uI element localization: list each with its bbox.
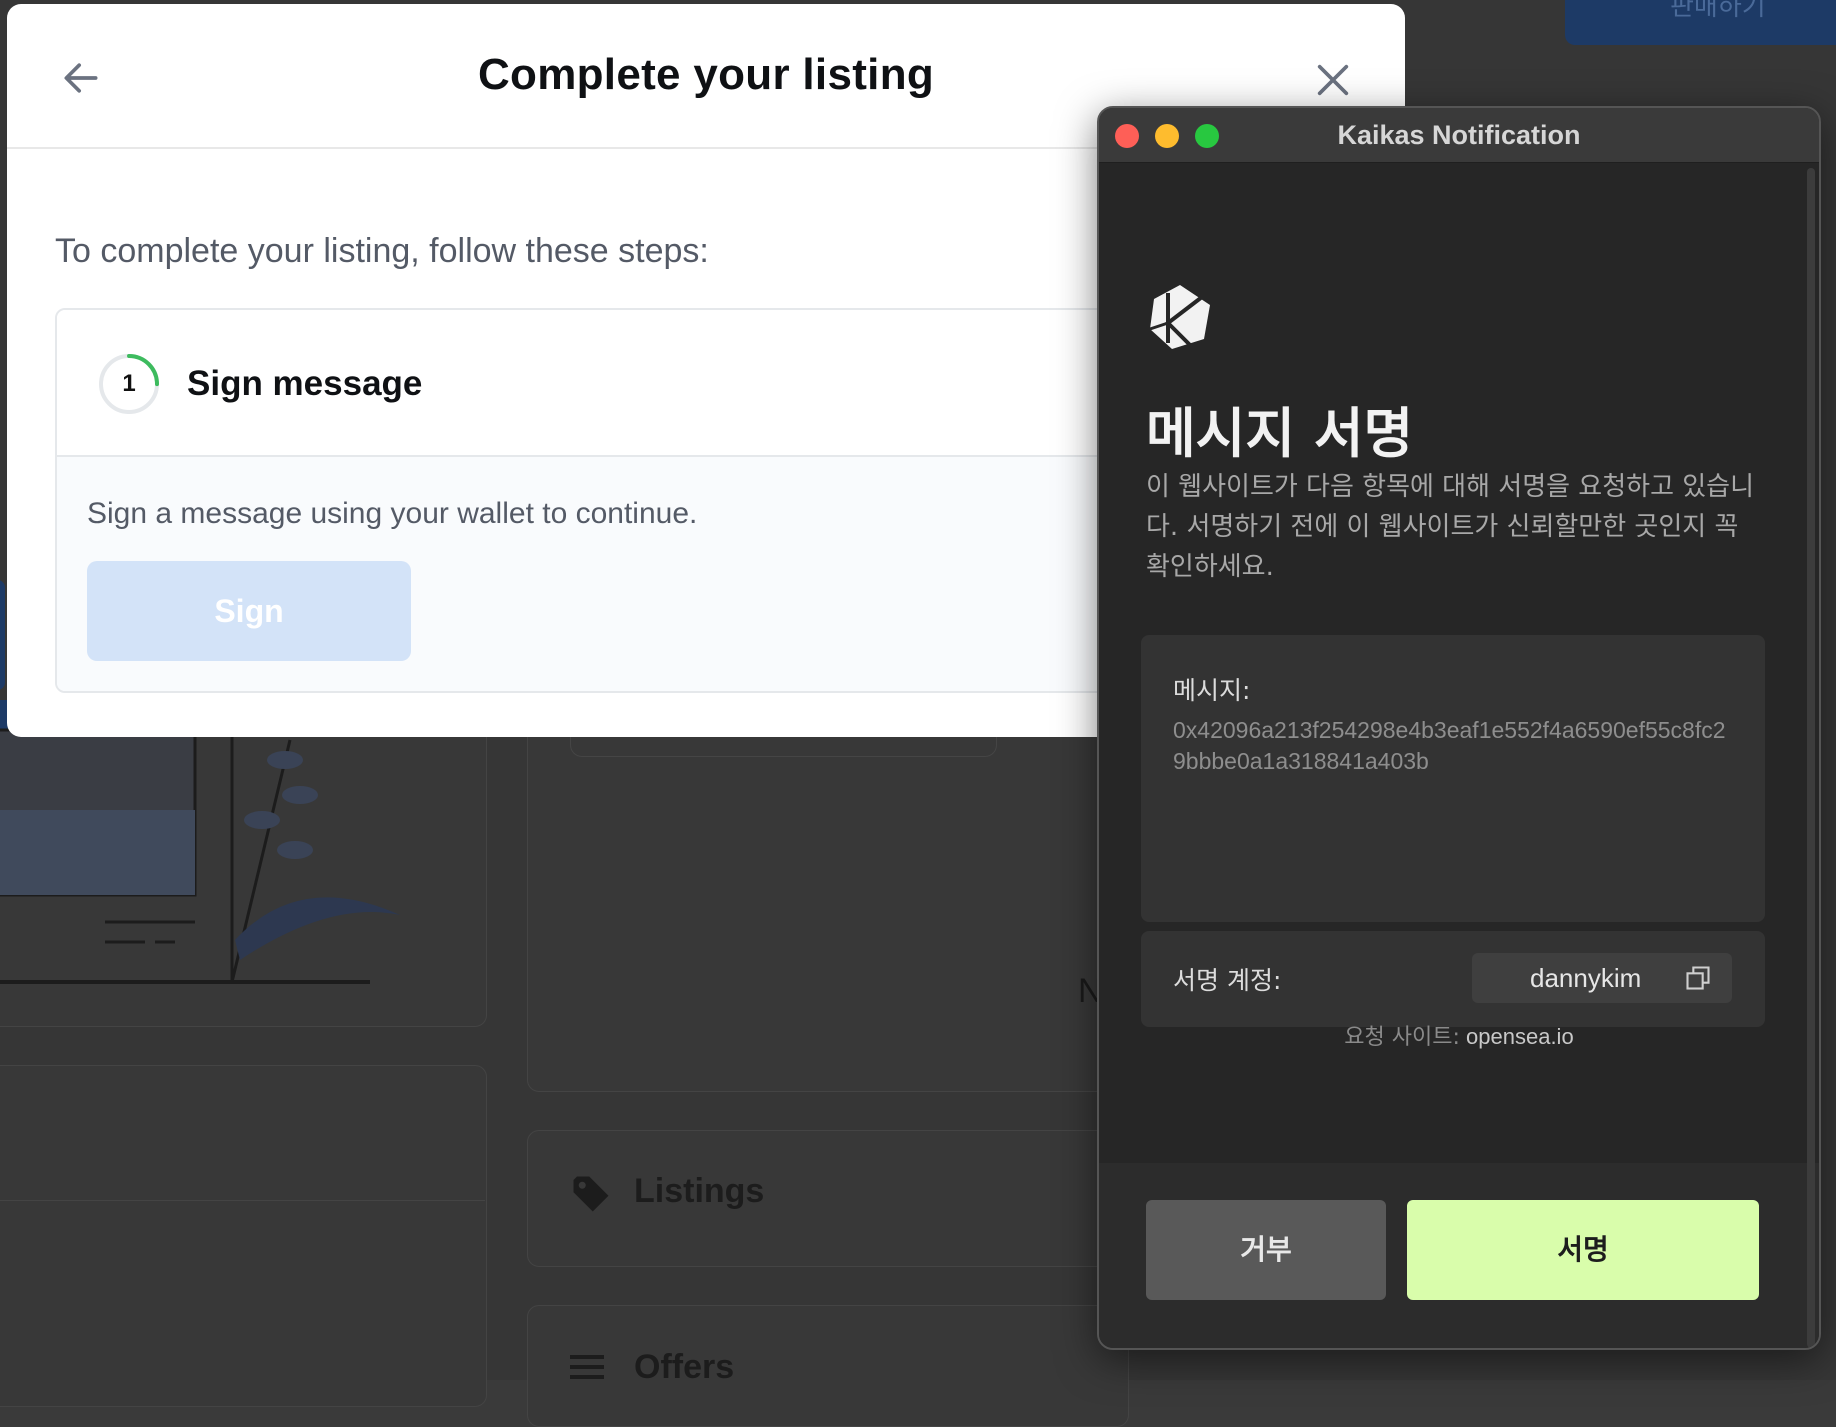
reject-button[interactable]: 거부 — [1146, 1200, 1386, 1300]
step-header: 1 Sign message — [57, 310, 1157, 457]
request-site: 요청 사이트: opensea.io — [1099, 1019, 1819, 1051]
background-side-accent — [0, 580, 5, 690]
kaikas-content: 메시지 서명 이 웹사이트가 다음 항목에 대해 서명을 요청하고 있습니다. … — [1099, 163, 1819, 1163]
signing-account-row: 서명 계정: dannykim — [1141, 931, 1765, 1027]
scrollbar[interactable] — [1807, 168, 1815, 1348]
modal-intro-text: To complete your listing, follow these s… — [55, 232, 709, 270]
modal-title: Complete your listing — [477, 50, 935, 99]
kaikas-heading: 메시지 서명 — [1146, 402, 1414, 465]
account-pill[interactable]: dannykim — [1472, 953, 1732, 1003]
kaikas-window: Kaikas Notification 메시지 서명 이 웹사이트가 다음 항목… — [1097, 106, 1821, 1350]
background-listings-label: Listings — [634, 1172, 765, 1210]
message-box: 메시지: 0x42096a213f254298e4b3eaf1e552f4a65… — [1141, 635, 1765, 922]
account-name: dannykim — [1530, 963, 1642, 993]
background-illustration — [0, 720, 400, 984]
kaikas-description: 이 웹사이트가 다음 항목에 대해 서명을 요청하고 있습니다. 서명하기 전에… — [1146, 472, 1755, 582]
background-offers-label: Offers — [634, 1348, 735, 1386]
signing-account-label: 서명 계정: — [1173, 966, 1282, 995]
background-listings-panel[interactable] — [527, 1130, 1129, 1267]
step-description: Sign a message using your wallet to cont… — [87, 497, 698, 530]
background-left-card — [0, 1065, 487, 1407]
close-icon[interactable] — [1313, 60, 1353, 100]
list-icon — [570, 1355, 604, 1385]
request-site-value: opensea.io — [1466, 1024, 1574, 1049]
background-divider — [0, 1200, 485, 1201]
copy-icon[interactable] — [1684, 964, 1712, 992]
background-top-button-label: 판매하기 — [1670, 0, 1766, 22]
message-label: 메시지: — [1173, 676, 1251, 705]
message-value: 0x42096a213f254298e4b3eaf1e552f4a6590ef5… — [1173, 717, 1726, 774]
tag-icon — [573, 1176, 609, 1212]
background-detail-card — [527, 700, 1129, 1092]
step-number: 1 — [122, 370, 136, 397]
sign-button[interactable]: Sign — [87, 561, 411, 661]
background-offers-panel[interactable] — [527, 1305, 1129, 1427]
window-title: Kaikas Notification — [1337, 120, 1581, 150]
kaikas-sign-button[interactable]: 서명 — [1407, 1200, 1759, 1300]
step-body: Sign a message using your wallet to cont… — [57, 457, 1157, 691]
step-card: 1 Sign message Sign a message using your… — [55, 308, 1159, 693]
background-top-button[interactable]: 판매하기 — [1565, 0, 1836, 45]
kaikas-logo-icon — [1149, 285, 1210, 349]
request-site-label: 요청 사이트: — [1344, 1025, 1460, 1050]
step-title: Sign message — [187, 364, 423, 403]
window-titlebar[interactable]: Kaikas Notification — [1099, 108, 1819, 163]
